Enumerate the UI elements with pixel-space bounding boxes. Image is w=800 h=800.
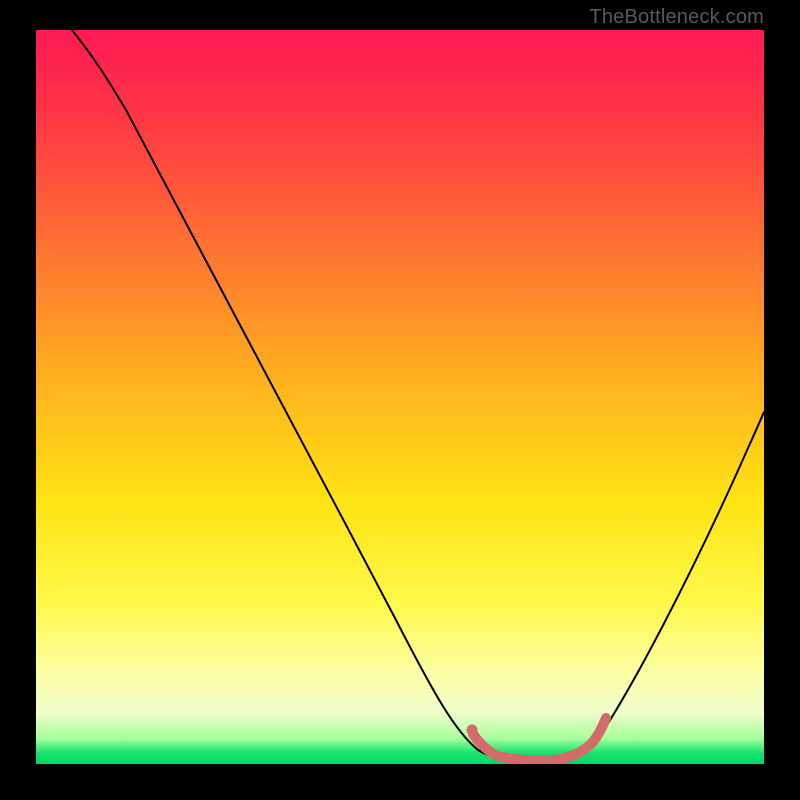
chart-stage: TheBottleneck.com (0, 0, 800, 800)
plot-area (36, 30, 764, 764)
bottleneck-curve (72, 30, 764, 760)
optimal-start-dot (467, 725, 478, 736)
optimal-band (473, 718, 606, 760)
curve-layer (36, 30, 764, 764)
watermark-text: TheBottleneck.com (589, 6, 764, 29)
